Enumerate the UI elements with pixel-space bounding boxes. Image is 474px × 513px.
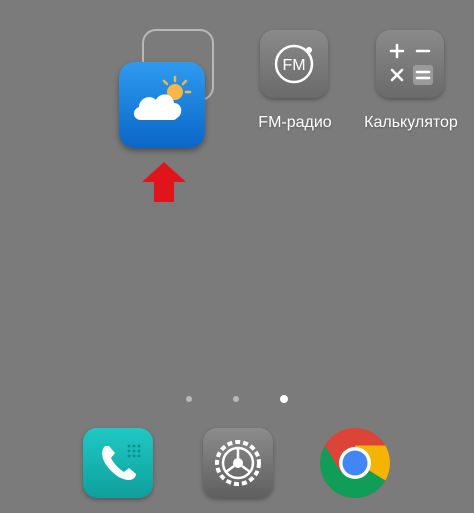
fm-radio-label: FM-радио — [258, 114, 332, 131]
chrome-icon — [318, 426, 392, 500]
phone-app[interactable] — [83, 428, 153, 498]
page-dot-3-active[interactable] — [280, 395, 288, 403]
calculator-label: Калькулятор — [364, 114, 458, 131]
calculator-icon — [376, 30, 444, 98]
page-dot-1[interactable] — [186, 396, 192, 402]
weather-app-icon[interactable] — [119, 62, 205, 148]
red-up-arrow-icon — [140, 160, 188, 204]
settings-gear-icon — [203, 428, 273, 498]
chrome-app[interactable] — [318, 426, 392, 500]
phone-icon — [83, 428, 153, 498]
fm-radio-icon: FM — [260, 30, 328, 98]
page-dot-2[interactable] — [233, 396, 239, 402]
svg-text:FM: FM — [282, 57, 305, 74]
weather-icon — [119, 62, 205, 148]
settings-app[interactable] — [203, 428, 273, 498]
